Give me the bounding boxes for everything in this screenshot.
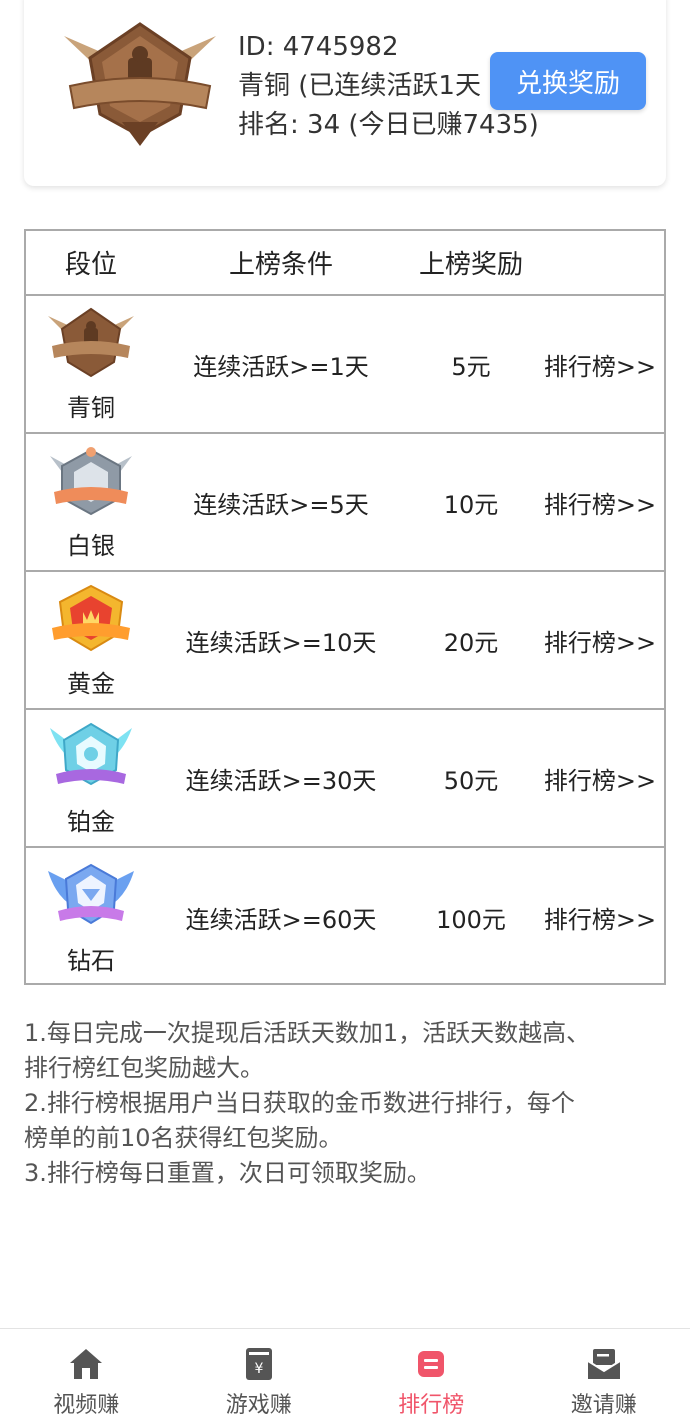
tier-cell: 青铜 xyxy=(26,306,156,423)
tier-condition: 连续活跃>=10天 xyxy=(185,628,377,657)
leaderboard-link[interactable]: 排行榜>> xyxy=(536,485,664,520)
exchange-reward-button[interactable]: 兑换奖励 xyxy=(490,52,646,110)
nav-label: 游戏赚 xyxy=(225,1393,292,1418)
silver-badge-icon xyxy=(50,446,132,515)
tier-name: 黄金 xyxy=(67,669,115,698)
tier-table: 段位 上榜条件 上榜奖励 青铜 连续活跃>=1天 5元 排行榜>> 白银 连续活… xyxy=(24,229,666,985)
tier-reward: 100元 xyxy=(436,905,506,934)
header-reward: 上榜奖励 xyxy=(418,250,523,280)
platinum-badge-icon xyxy=(50,722,132,785)
leaderboard-link[interactable]: 排行榜>> xyxy=(536,900,664,935)
nav-leaderboard[interactable]: 排行榜 xyxy=(345,1329,518,1423)
tier-reward: 5元 xyxy=(451,352,491,381)
table-row: 白银 连续活跃>=5天 10元 排行榜>> xyxy=(26,434,664,572)
tier-condition: 连续活跃>=30天 xyxy=(185,766,377,795)
rule-line: 榜单的前10名获得红包奖励。 xyxy=(24,1124,343,1152)
tier-reward: 20元 xyxy=(443,628,499,657)
rule-line: 3.排行榜每日重置，次日可领取奖励。 xyxy=(24,1159,431,1187)
nav-label: 视频赚 xyxy=(53,1393,120,1418)
bronze-badge-icon xyxy=(48,307,134,377)
svg-text:¥: ¥ xyxy=(254,1361,263,1377)
invite-mail-icon xyxy=(587,1349,621,1379)
diamond-badge-icon xyxy=(48,863,134,924)
home-icon xyxy=(70,1349,103,1379)
leaderboard-icon xyxy=(418,1351,445,1377)
table-row: 铂金 连续活跃>=30天 50元 排行榜>> xyxy=(26,710,664,848)
nav-label: 排行榜 xyxy=(398,1393,465,1418)
nav-invite-earn[interactable]: 邀请赚 xyxy=(518,1329,690,1423)
tier-name: 青铜 xyxy=(67,393,115,422)
tier-condition: 连续活跃>=60天 xyxy=(185,905,377,934)
rule-line: 2.排行榜根据用户当日获取的金币数进行排行，每个 xyxy=(24,1089,575,1117)
table-header: 段位 上榜条件 上榜奖励 xyxy=(26,231,664,296)
tier-name: 铂金 xyxy=(67,807,115,836)
tier-condition: 连续活跃>=1天 xyxy=(193,352,369,381)
leaderboard-link[interactable]: 排行榜>> xyxy=(536,761,664,796)
rank-summary: 排名: 34 (今日已赚7435) xyxy=(238,110,539,140)
profile-card: ID: 4745982 青铜 (已连续活跃1天 排名: 34 (今日已赚7435… xyxy=(24,0,666,186)
tier-cell: 钻石 xyxy=(26,859,156,976)
rule-line: 排行榜红包奖励越大。 xyxy=(24,1054,264,1082)
header-tier: 段位 xyxy=(64,250,117,280)
table-row: 黄金 连续活跃>=10天 20元 排行榜>> xyxy=(26,572,664,710)
bronze-badge-icon xyxy=(64,22,216,146)
nav-label: 邀请赚 xyxy=(570,1393,637,1418)
header-condition: 上榜条件 xyxy=(228,250,333,280)
tier-reward: 50元 xyxy=(443,766,499,795)
tier-cell: 铂金 xyxy=(26,720,156,837)
leaderboard-link[interactable]: 排行榜>> xyxy=(536,623,664,658)
tier-name: 白银 xyxy=(67,531,115,560)
tier-cell: 白银 xyxy=(26,444,156,561)
gold-badge-icon xyxy=(52,584,130,651)
tier-cell: 黄金 xyxy=(26,582,156,699)
rules-text: 1.每日完成一次提现后活跃天数加1，活跃天数越高、 排行榜红包奖励越大。 2.排… xyxy=(24,1016,666,1191)
tier-reward: 10元 xyxy=(443,490,499,519)
leaderboard-link[interactable]: 排行榜>> xyxy=(536,347,664,382)
activity-status: 青铜 (已连续活跃1天 xyxy=(238,71,481,101)
tier-name: 钻石 xyxy=(67,946,115,975)
nav-game-earn[interactable]: ¥ 游戏赚 xyxy=(173,1329,346,1423)
table-row: 青铜 连续活跃>=1天 5元 排行榜>> xyxy=(26,296,664,434)
game-coupon-icon: ¥ xyxy=(245,1348,272,1380)
rule-line: 1.每日完成一次提现后活跃天数加1，活跃天数越高、 xyxy=(24,1019,591,1047)
nav-video-earn[interactable]: 视频赚 xyxy=(0,1329,173,1423)
table-row: 钻石 连续活跃>=60天 100元 排行榜>> xyxy=(26,848,664,986)
tier-condition: 连续活跃>=5天 xyxy=(193,490,369,519)
bottom-nav: 视频赚 ¥ 游戏赚 排行榜 邀请赚 xyxy=(0,1328,690,1423)
